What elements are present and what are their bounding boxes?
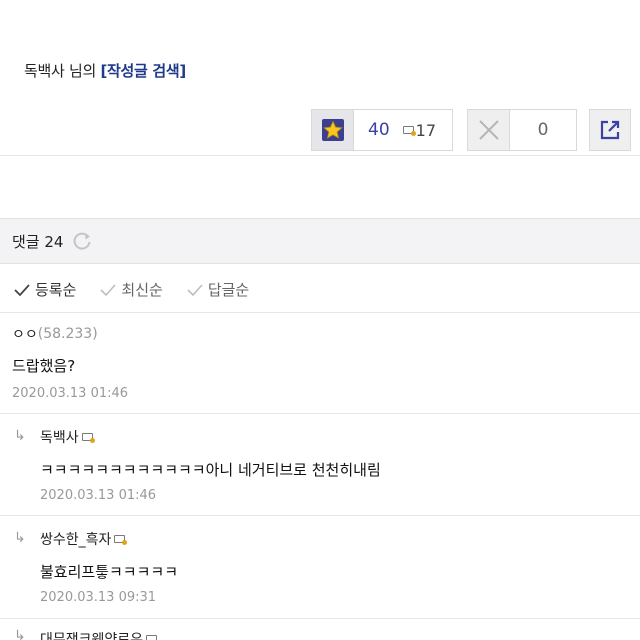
ip-address: (58.233) <box>37 326 98 342</box>
divider <box>0 515 640 516</box>
check-icon <box>14 283 30 296</box>
sort-replies[interactable]: 답글순 <box>187 279 249 300</box>
fixed-icon <box>402 126 416 136</box>
nick-badge-icon <box>114 535 128 545</box>
comment-date: 2020.03.13 01:46 <box>40 488 157 503</box>
check-icon <box>187 283 203 296</box>
post-actions: 40 17 0 <box>311 109 631 151</box>
comment-author[interactable]: ㅇㅇ (58.233) <box>12 324 98 344</box>
comment-count-title: 댓글 24 <box>12 232 64 251</box>
x-icon <box>478 120 499 140</box>
comment-body: 드랍했음? <box>12 357 76 375</box>
nick-badge-icon <box>146 635 158 640</box>
author-name: 독백사 <box>24 62 65 80</box>
recommend-box: 40 17 <box>311 109 453 151</box>
recommend-button[interactable] <box>312 110 354 150</box>
reply-arrow-icon: ↳ <box>14 428 26 444</box>
recommend-count: 40 <box>368 120 390 140</box>
sort-latest[interactable]: 최신순 <box>100 279 163 300</box>
dislike-count: 0 <box>537 120 549 140</box>
author-line: 독백사 님의 [작성글 검색] <box>24 60 186 81</box>
comment-author[interactable]: 쌍수한_흑자 <box>40 529 128 549</box>
reply-arrow-icon: ↳ <box>14 628 26 640</box>
comment-date: 2020.03.13 09:31 <box>40 590 157 605</box>
nickname: 대무쟁크웨약로우 <box>40 632 144 640</box>
nick-badge-icon <box>81 433 95 443</box>
author-suffix: 님의 <box>64 62 101 80</box>
comment-author[interactable]: 대무쟁크웨약로우 <box>40 629 158 640</box>
comment-author[interactable]: 독백사 <box>40 427 95 447</box>
star-icon <box>321 119 344 141</box>
comment-header: 댓글 24 <box>0 218 640 264</box>
divider <box>0 312 640 313</box>
refresh-icon <box>74 232 91 250</box>
divider <box>0 413 640 414</box>
sort-bar: 등록순 최신순 답글순 <box>14 279 273 300</box>
sort-label: 등록순 <box>35 281 77 299</box>
check-icon <box>100 283 117 296</box>
refresh-button[interactable] <box>71 230 93 252</box>
fixed-count: 17 <box>415 120 436 140</box>
share-icon <box>600 120 620 140</box>
comment-body: ㅋㅋㅋㅋㅋㅋㅋㅋㅋㅋㅋㅋ아니 네거티브로 천천히내림 <box>40 461 381 479</box>
dislike-button[interactable] <box>468 110 510 150</box>
nickname: 독백사 <box>40 430 79 446</box>
nickname: 쌍수한_흑자 <box>40 532 112 548</box>
comment-date: 2020.03.13 01:46 <box>12 386 129 401</box>
search-posts-link[interactable]: [작성글 검색] <box>100 62 186 80</box>
divider <box>0 155 640 156</box>
share-button[interactable] <box>589 109 631 151</box>
divider <box>0 618 640 619</box>
sort-label: 답글순 <box>207 281 250 299</box>
sort-registered[interactable]: 등록순 <box>14 279 76 300</box>
reply-arrow-icon: ↳ <box>14 530 26 546</box>
dislike-box: 0 <box>467 109 577 151</box>
comment-body: 불효리프틓ㅋㅋㅋㅋㅋ <box>40 563 179 581</box>
nickname: ㅇㅇ <box>12 327 38 343</box>
sort-label: 최신순 <box>121 281 163 299</box>
